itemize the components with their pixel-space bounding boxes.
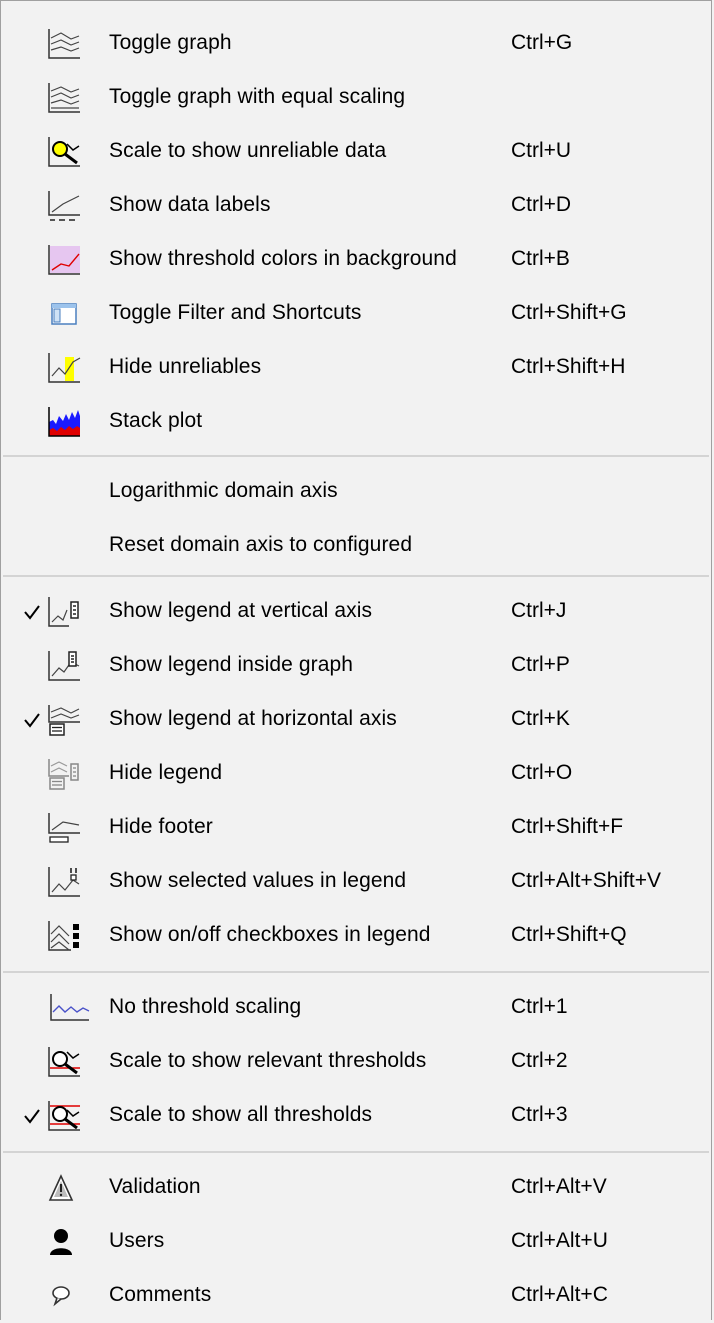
menu-item-label: Show data labels <box>109 193 271 216</box>
menu-item-label: Reset domain axis to configured <box>109 533 413 556</box>
graph-equal-scaling-icon <box>47 82 81 114</box>
menu-item-shortcut: Ctrl+P <box>511 653 570 676</box>
hide-footer-icon <box>47 812 81 844</box>
user-icon <box>47 1226 81 1258</box>
menu-separator <box>3 1151 709 1153</box>
comment-bubble-icon <box>47 1280 81 1312</box>
menu-item-label: Scale to show relevant thresholds <box>109 1049 427 1072</box>
menu-item-shortcut: Ctrl+1 <box>511 995 568 1018</box>
menu-item-comments[interactable]: Comments Ctrl+Alt+C <box>1 1269 711 1323</box>
menu-item-hide-footer[interactable]: Hide footer Ctrl+Shift+F <box>1 801 711 855</box>
menu-item-toggle-graph[interactable]: Toggle graph Ctrl+G <box>1 17 711 71</box>
graph-toggle-icon <box>47 28 81 60</box>
menu-item-show-data-labels[interactable]: Show data labels Ctrl+D <box>1 179 711 233</box>
menu-item-shortcut: Ctrl+Alt+C <box>511 1283 608 1306</box>
menu-item-toggle-filter-shortcuts[interactable]: Toggle Filter and Shortcuts Ctrl+Shift+G <box>1 287 711 341</box>
menu-item-label: Stack plot <box>109 409 203 432</box>
menu-separator <box>3 455 709 457</box>
menu-item-hide-unreliables[interactable]: Hide unreliables Ctrl+Shift+H <box>1 341 711 395</box>
menu-item-label: Users <box>109 1229 165 1252</box>
menu-item-shortcut: Ctrl+3 <box>511 1103 568 1126</box>
menu-item-hide-legend[interactable]: Hide legend Ctrl+O <box>1 747 711 801</box>
selected-values-icon <box>47 866 81 898</box>
menu-item-shortcut: Ctrl+Alt+U <box>511 1229 608 1252</box>
data-labels-icon <box>47 190 81 222</box>
menu-item-shortcut: Ctrl+U <box>511 139 572 162</box>
menu-item-label: Show on/off checkboxes in legend <box>109 923 431 946</box>
menu-item-shortcut: Ctrl+Alt+Shift+V <box>511 869 661 892</box>
menu-item-label: Show legend at vertical axis <box>109 599 373 622</box>
menu-item-threshold-background[interactable]: Show threshold colors in background Ctrl… <box>1 233 711 287</box>
menu-item-scale-all-thresholds[interactable]: Scale to show all thresholds Ctrl+3 <box>1 1089 711 1143</box>
menu-item-label: Comments <box>109 1283 212 1306</box>
menu-item-reset-domain-axis[interactable]: Reset domain axis to configured <box>1 519 711 573</box>
warning-triangle-icon <box>47 1172 81 1204</box>
menu-item-shortcut: Ctrl+Shift+H <box>511 355 626 378</box>
menu-item-legend-horizontal-axis[interactable]: Show legend at horizontal axis Ctrl+K <box>1 693 711 747</box>
menu-item-shortcut: Ctrl+J <box>511 599 567 622</box>
menu-item-label: Show legend at horizontal axis <box>109 707 397 730</box>
all-thresholds-icon <box>47 1100 81 1132</box>
menu-item-label: Toggle Filter and Shortcuts <box>109 301 362 324</box>
context-menu: Toggle graph Ctrl+G Toggle graph with eq… <box>0 0 712 1320</box>
menu-item-shortcut: Ctrl+Alt+V <box>511 1175 607 1198</box>
menu-item-label: Show selected values in legend <box>109 869 407 892</box>
relevant-thresholds-icon <box>47 1046 81 1078</box>
no-threshold-scaling-icon <box>47 992 90 1024</box>
menu-item-shortcut: Ctrl+K <box>511 707 570 730</box>
menu-item-scale-unreliable[interactable]: Scale to show unreliable data Ctrl+U <box>1 125 711 179</box>
menu-item-label: Toggle graph <box>109 31 232 54</box>
menu-item-label: Logarithmic domain axis <box>109 479 338 502</box>
legend-vertical-icon <box>47 596 81 628</box>
menu-item-label: Hide legend <box>109 761 223 784</box>
menu-item-validation[interactable]: Validation Ctrl+Alt+V <box>1 1161 711 1215</box>
menu-item-label: Hide unreliables <box>109 355 262 378</box>
legend-horizontal-icon <box>47 704 81 736</box>
menu-item-label: Hide footer <box>109 815 213 838</box>
menu-item-label: Toggle graph with equal scaling <box>109 85 406 108</box>
menu-separator <box>3 575 709 577</box>
filter-shortcuts-icon <box>47 298 81 330</box>
menu-separator <box>3 971 709 973</box>
checkmark-icon <box>23 1101 41 1131</box>
menu-item-legend-inside-graph[interactable]: Show legend inside graph Ctrl+P <box>1 639 711 693</box>
legend-inside-icon <box>47 650 81 682</box>
menu-item-shortcut: Ctrl+Shift+Q <box>511 923 627 946</box>
menu-item-selected-values-legend[interactable]: Show selected values in legend Ctrl+Alt+… <box>1 855 711 909</box>
menu-item-shortcut: Ctrl+2 <box>511 1049 568 1072</box>
menu-item-shortcut: Ctrl+G <box>511 31 573 54</box>
menu-item-label: Show legend inside graph <box>109 653 354 676</box>
checkmark-icon <box>23 597 41 627</box>
menu-item-logarithmic-domain-axis[interactable]: Logarithmic domain axis <box>1 465 711 519</box>
menu-item-shortcut: Ctrl+Shift+G <box>511 301 627 324</box>
menu-item-legend-checkboxes[interactable]: Show on/off checkboxes in legend Ctrl+Sh… <box>1 909 711 963</box>
menu-item-legend-vertical-axis[interactable]: Show legend at vertical axis Ctrl+J <box>1 585 711 639</box>
menu-item-shortcut: Ctrl+B <box>511 247 570 270</box>
menu-item-label: Scale to show unreliable data <box>109 139 387 162</box>
menu-item-stack-plot[interactable]: Stack plot <box>1 395 711 449</box>
menu-item-no-threshold-scaling[interactable]: No threshold scaling Ctrl+1 <box>1 981 711 1035</box>
hide-unreliables-icon <box>47 352 81 384</box>
menu-item-shortcut: Ctrl+D <box>511 193 572 216</box>
menu-item-shortcut: Ctrl+Shift+F <box>511 815 624 838</box>
legend-checkboxes-icon <box>47 920 81 952</box>
menu-item-users[interactable]: Users Ctrl+Alt+U <box>1 1215 711 1269</box>
menu-item-label: Scale to show all thresholds <box>109 1103 373 1126</box>
menu-item-toggle-graph-equal-scaling[interactable]: Toggle graph with equal scaling <box>1 71 711 125</box>
unreliable-scale-icon <box>47 136 81 168</box>
checkmark-icon <box>23 705 41 735</box>
menu-item-label: No threshold scaling <box>109 995 302 1018</box>
menu-item-scale-relevant-thresholds[interactable]: Scale to show relevant thresholds Ctrl+2 <box>1 1035 711 1089</box>
stack-plot-icon <box>47 406 81 438</box>
menu-item-label: Validation <box>109 1175 201 1198</box>
hide-legend-icon <box>47 758 81 790</box>
menu-item-shortcut: Ctrl+O <box>511 761 573 784</box>
menu-item-label: Show threshold colors in background <box>109 247 457 270</box>
threshold-background-icon <box>47 244 81 276</box>
